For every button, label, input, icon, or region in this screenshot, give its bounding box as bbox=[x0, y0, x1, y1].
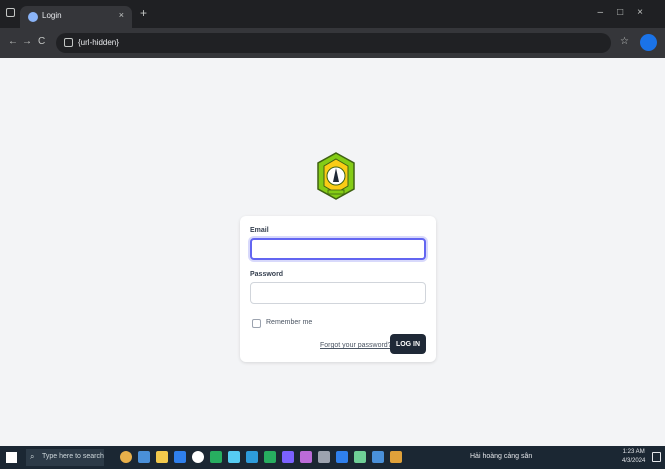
password-label: Password bbox=[250, 271, 284, 278]
taskbar-search-placeholder: Type here to search bbox=[42, 453, 104, 460]
app-icon-magenta[interactable] bbox=[300, 451, 312, 463]
browser-tab-strip: Login × + –□× bbox=[0, 0, 665, 28]
tab-title: Login bbox=[42, 11, 62, 20]
tab-login[interactable]: Login × bbox=[20, 6, 132, 28]
app-icon-blue[interactable] bbox=[228, 451, 240, 463]
address-bar[interactable]: {url-hidden} bbox=[56, 33, 611, 53]
windows-start-icon[interactable] bbox=[6, 452, 17, 463]
app-icon-green[interactable] bbox=[210, 451, 222, 463]
windows-taskbar: ⌕ Type here to search Hải hoàng cảng sân… bbox=[0, 446, 665, 469]
site-info-icon[interactable] bbox=[64, 38, 73, 47]
app-icon-teal[interactable] bbox=[246, 451, 258, 463]
remember-me-label: Remember me bbox=[266, 319, 313, 326]
excel-icon[interactable] bbox=[264, 451, 276, 463]
taskbar-search-input[interactable]: ⌕ Type here to search bbox=[26, 449, 104, 466]
address-url: {url-hidden} bbox=[78, 38, 119, 47]
task-view-icon[interactable] bbox=[138, 451, 150, 463]
file-explorer-icon[interactable] bbox=[156, 451, 168, 463]
login-button[interactable]: LOG IN bbox=[390, 334, 426, 354]
tab-close-icon[interactable]: × bbox=[119, 10, 124, 20]
email-label: Email bbox=[250, 227, 269, 234]
edge-browser-icon[interactable] bbox=[174, 451, 186, 463]
app-icon-purple[interactable] bbox=[282, 451, 294, 463]
chrome-browser-icon[interactable] bbox=[192, 451, 204, 463]
back-button[interactable]: ← bbox=[8, 36, 18, 47]
profile-avatar[interactable] bbox=[640, 34, 657, 51]
browser-toolbar: ← → C {url-hidden} ☆ bbox=[0, 28, 665, 58]
people-app-icon[interactable] bbox=[120, 451, 132, 463]
app-icon-orange[interactable] bbox=[390, 451, 402, 463]
clock-time: 1:23 AM bbox=[622, 449, 645, 455]
password-field[interactable] bbox=[250, 282, 426, 304]
tray-weather[interactable]: Hải hoàng cảng sân bbox=[470, 453, 532, 460]
forgot-password-link[interactable]: Forgot your password? bbox=[320, 342, 392, 349]
remember-me-checkbox[interactable] bbox=[252, 319, 261, 328]
app-icon-light-green[interactable] bbox=[354, 451, 366, 463]
word-icon[interactable] bbox=[336, 451, 348, 463]
taskbar-clock[interactable]: 1:23 AM 4/3/2024 bbox=[622, 448, 645, 466]
app-icon-gray[interactable] bbox=[318, 451, 330, 463]
clock-date: 4/3/2024 bbox=[622, 458, 646, 464]
email-field[interactable] bbox=[250, 238, 426, 260]
notification-icon[interactable] bbox=[652, 452, 661, 462]
search-icon: ⌕ bbox=[30, 452, 35, 461]
forward-button[interactable]: → bbox=[22, 36, 32, 47]
vscode-icon[interactable] bbox=[372, 451, 384, 463]
login-card: Email Password Remember me Forgot your p… bbox=[240, 216, 436, 362]
tab-search-icon[interactable] bbox=[6, 8, 15, 17]
school-logo-icon bbox=[317, 152, 355, 200]
reload-button[interactable]: C bbox=[38, 36, 45, 47]
bookmark-star-icon[interactable]: ☆ bbox=[620, 36, 629, 47]
new-tab-button[interactable]: + bbox=[140, 6, 147, 20]
tab-favicon-icon bbox=[28, 12, 38, 22]
window-controls[interactable]: –□× bbox=[598, 7, 657, 18]
